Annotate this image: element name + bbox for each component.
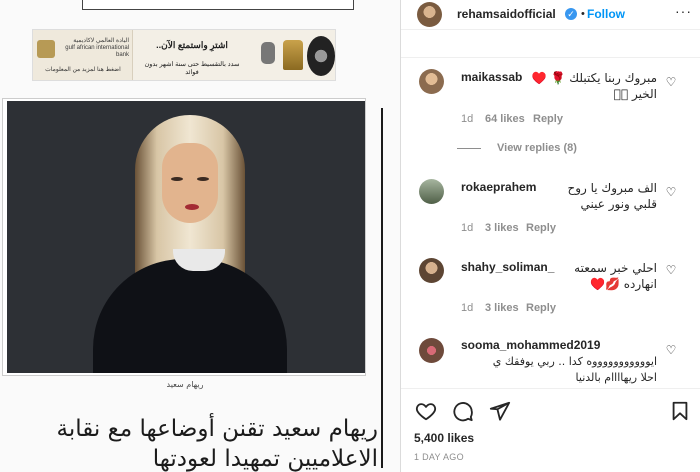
- comment-text: مبروك ربنا يكتبلك 🌹 ♥️ الخير 🏻🏻: [461, 70, 657, 102]
- ad-banner[interactable]: اليادة العالمي لاكاديمية gulf african in…: [32, 29, 336, 81]
- comment-username[interactable]: sooma_mohammed2019: [461, 338, 600, 352]
- article-photo: [7, 101, 365, 373]
- bookmark-icon[interactable]: [669, 400, 691, 422]
- comment-time: 1d: [461, 302, 474, 314]
- heart-icon[interactable]: ♡: [665, 76, 677, 88]
- ad-tire-image: [307, 36, 335, 76]
- ad-brand-block: اليادة العالمي لاكاديمية gulf african in…: [33, 30, 133, 80]
- caption-divider: [401, 57, 700, 58]
- comment-line: الف مبروك يا روح: [567, 181, 657, 195]
- share-icon[interactable]: [489, 400, 511, 422]
- more-icon[interactable]: ···: [675, 3, 692, 19]
- comment-line: احلي خبر سمعته: [574, 261, 657, 275]
- comment-text: احلي خبر سمعته انهارده 💋♥️: [461, 260, 657, 292]
- separator-dot: •: [581, 8, 585, 20]
- comment-likes[interactable]: 64 likes: [485, 113, 525, 125]
- ad-logo-icon: [37, 40, 55, 58]
- article-headline: ريهام سعيد تقنن أوضاعها مع نقابة الاعلام…: [56, 416, 378, 472]
- ad-bottle-image: [283, 40, 303, 70]
- ad-body: سدد بالتقسيط حتى سنة اشهر بدون فوائد: [144, 61, 240, 76]
- ad-brand-ar: اليادة العالمي لاكاديمية: [73, 38, 129, 44]
- comment-line: انهارده 💋♥️: [590, 277, 657, 291]
- ad-brand-en: gulf african international bank: [65, 45, 129, 58]
- photo-face: [162, 143, 218, 223]
- reply-button[interactable]: Reply: [533, 113, 563, 125]
- comment-line: مبروك ربنا يكتبلك 🌹 ♥️: [531, 71, 657, 85]
- reply-button[interactable]: Reply: [526, 302, 556, 314]
- avatar[interactable]: [419, 69, 444, 94]
- avatar[interactable]: [417, 2, 442, 27]
- heart-icon[interactable]: [415, 400, 437, 422]
- post-image[interactable]: اليادة العالمي لاكاديمية gulf african in…: [0, 0, 401, 472]
- article-photo-frame: [2, 98, 366, 376]
- comment-time: 1d: [461, 222, 474, 234]
- view-replies-line: [457, 148, 481, 149]
- article-column-rule: [381, 108, 383, 468]
- comment-line: احلا ريهاااام بالدنيا: [575, 371, 657, 384]
- heart-icon[interactable]: ♡: [665, 344, 677, 356]
- photo-body: [93, 259, 287, 373]
- photo-eye-left: [171, 177, 183, 181]
- ad-brand-name: اليادة العالمي لاكاديمية gulf african in…: [57, 38, 129, 59]
- instagram-post-view: اليادة العالمي لاكاديمية gulf african in…: [0, 0, 700, 472]
- comments-panel: rehamsaidofficial ✓ • Follow ··· maikass…: [401, 0, 700, 472]
- comment-likes[interactable]: 3 likes: [485, 222, 519, 234]
- header-divider: [401, 29, 700, 30]
- comment-line: الخير 🏻🏻: [613, 87, 657, 101]
- actions-divider: [401, 388, 700, 389]
- verified-icon: ✓: [565, 8, 577, 20]
- post-author-username[interactable]: rehamsaidofficial: [457, 7, 556, 21]
- photo-eye-right: [197, 177, 209, 181]
- heart-icon[interactable]: ♡: [665, 186, 677, 198]
- article-top-box: [82, 0, 354, 10]
- post-timestamp: 1 DAY AGO: [414, 452, 464, 462]
- photo-caption: ريهام سعيد: [166, 380, 204, 389]
- comment-line: ايوووووووووووه كدا .. ربي يوفقك ي: [492, 355, 657, 368]
- heart-icon[interactable]: ♡: [665, 264, 677, 276]
- follow-button[interactable]: Follow: [587, 7, 625, 21]
- likes-count[interactable]: 5,400 likes: [414, 431, 474, 445]
- avatar[interactable]: [419, 258, 444, 283]
- comment-line: قلبي ونور عيني: [580, 197, 658, 211]
- reply-button[interactable]: Reply: [526, 222, 556, 234]
- photo-lips: [185, 204, 199, 210]
- avatar[interactable]: [419, 179, 444, 204]
- ad-headline: اشترِ واستمتع الآن..: [156, 40, 228, 50]
- post-header: rehamsaidofficial ✓ • Follow ···: [401, 0, 700, 29]
- view-replies-button[interactable]: View replies (8): [497, 142, 577, 154]
- comment-text: الف مبروك يا روح قلبي ونور عيني: [461, 180, 657, 212]
- comment-likes[interactable]: 3 likes: [485, 302, 519, 314]
- comment-time: 1d: [461, 113, 474, 125]
- ad-cta: اضغط هنا لمزيد من المعلومات: [45, 67, 121, 73]
- ad-watch-image: [261, 42, 275, 64]
- comment-text: ايوووووووووووه كدا .. ربي يوفقك ي احلا ر…: [441, 354, 657, 386]
- comment-icon[interactable]: [452, 400, 474, 422]
